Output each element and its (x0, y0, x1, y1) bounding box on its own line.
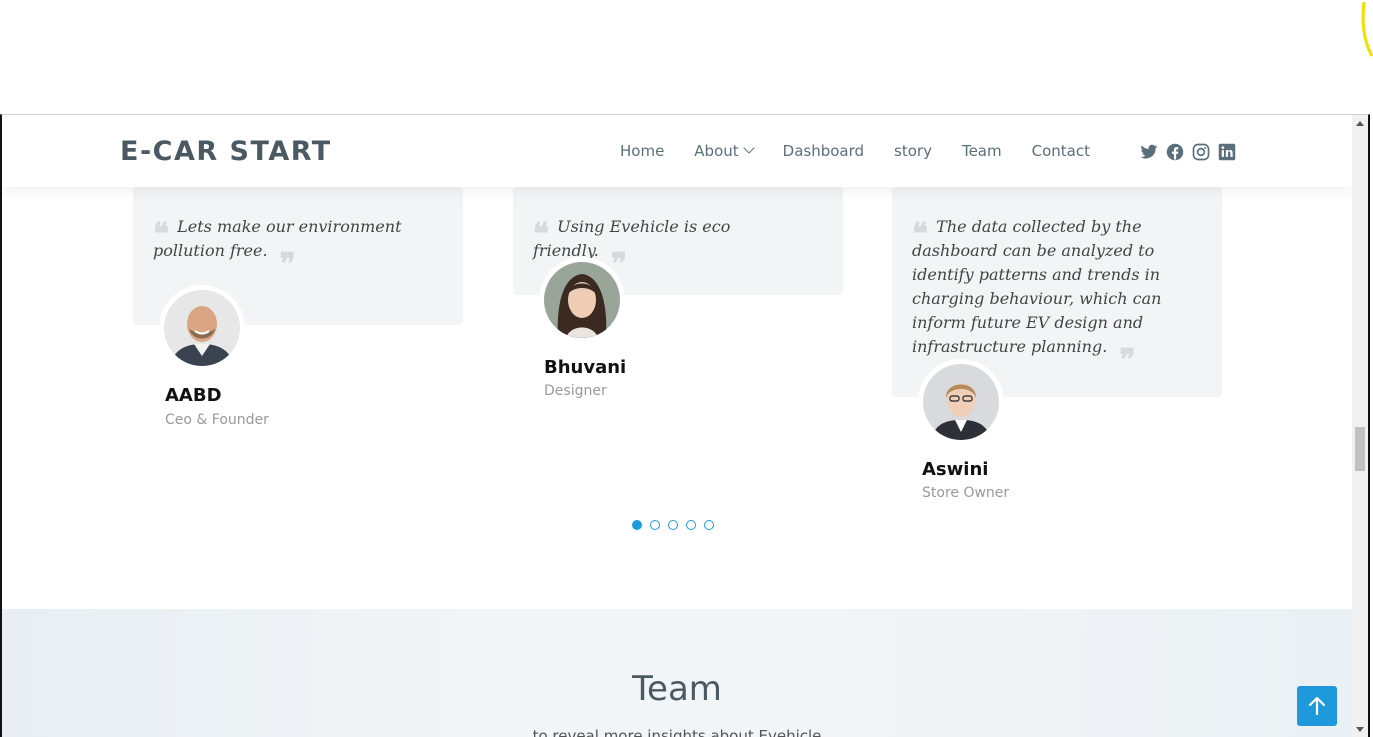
avatar (159, 285, 245, 371)
testimonial-quote: Using Evehicle is eco friendly. (533, 217, 731, 260)
testimonial-name: Bhuvani (544, 357, 627, 378)
arrow-up-icon (1308, 696, 1326, 716)
quote-close-icon: ❞ (279, 247, 296, 282)
browser-top-area (0, 0, 1373, 114)
avatar (539, 257, 625, 343)
avatar (918, 359, 1004, 445)
avatar-photo-aswini (923, 364, 999, 440)
site-header: E-CAR START Home About Dashboard story T… (2, 115, 1352, 187)
facebook-icon[interactable] (1166, 143, 1184, 161)
linkedin-icon[interactable] (1218, 143, 1236, 161)
twitter-icon[interactable] (1140, 143, 1158, 161)
pagination-dot-2[interactable] (650, 520, 660, 530)
scroll-top-button[interactable] (1297, 686, 1337, 726)
scrollbar-thumb[interactable] (1355, 427, 1365, 471)
testimonial-card: ❝ Using Evehicle is eco friendly. ❞ Bhuvan… (513, 187, 843, 417)
quote-open-icon: ❝ (153, 217, 170, 252)
browser-viewport-frame: E-CAR START Home About Dashboard story T… (0, 114, 1370, 737)
testimonial-card: ❝ The data collected by the dashboard can… (892, 187, 1222, 507)
social-links (1140, 143, 1244, 161)
main-nav: Home About Dashboard story Team Contact (620, 142, 1120, 160)
nav-contact[interactable]: Contact (1032, 142, 1090, 160)
testimonial-role: Store Owner (922, 485, 1010, 501)
instagram-icon[interactable] (1192, 143, 1210, 161)
nav-home[interactable]: Home (620, 142, 664, 160)
nav-dashboard[interactable]: Dashboard (783, 142, 864, 160)
avatar-photo-bhuvani (544, 262, 620, 338)
testimonial-role: Ceo & Founder (165, 412, 269, 428)
pagination-dot-4[interactable] (686, 520, 696, 530)
nav-team[interactable]: Team (962, 142, 1002, 160)
carousel-pagination (632, 520, 722, 530)
nav-about[interactable]: About (694, 142, 755, 160)
pagination-dot-1[interactable] (632, 520, 642, 530)
avatar-photo-aabd (164, 290, 240, 366)
testimonial-name: Aswini (922, 459, 989, 480)
team-subtitle: to reveal more insights about Evehicle (532, 727, 822, 737)
testimonial-role: Designer (544, 383, 607, 399)
team-title: Team (632, 669, 722, 709)
testimonial-quote: Lets make our environment pollution free… (153, 217, 402, 260)
site-logo[interactable]: E-CAR START (120, 136, 332, 167)
pagination-dot-5[interactable] (704, 520, 714, 530)
chevron-down-icon (742, 142, 755, 154)
quote-close-icon: ❞ (1119, 343, 1136, 378)
testimonial-card: ❝ Lets make our environment pollution fre… (133, 187, 463, 447)
nav-about-label: About (694, 142, 739, 160)
pagination-dot-3[interactable] (668, 520, 678, 530)
scroll-down-arrow-icon[interactable] (1356, 727, 1364, 732)
yellow-annotation-mark (1361, 1, 1373, 57)
testimonial-quote: The data collected by the dashboard can … (912, 217, 1162, 356)
scroll-up-arrow-icon[interactable] (1356, 121, 1364, 126)
vertical-scrollbar[interactable] (1352, 115, 1368, 737)
nav-story[interactable]: story (894, 142, 932, 160)
quote-open-icon: ❝ (912, 217, 929, 252)
team-section: Team to reveal more insights about Evehi… (2, 609, 1352, 737)
page-viewport: E-CAR START Home About Dashboard story T… (2, 115, 1352, 737)
testimonial-name: AABD (165, 385, 222, 406)
quote-open-icon: ❝ (533, 217, 550, 252)
